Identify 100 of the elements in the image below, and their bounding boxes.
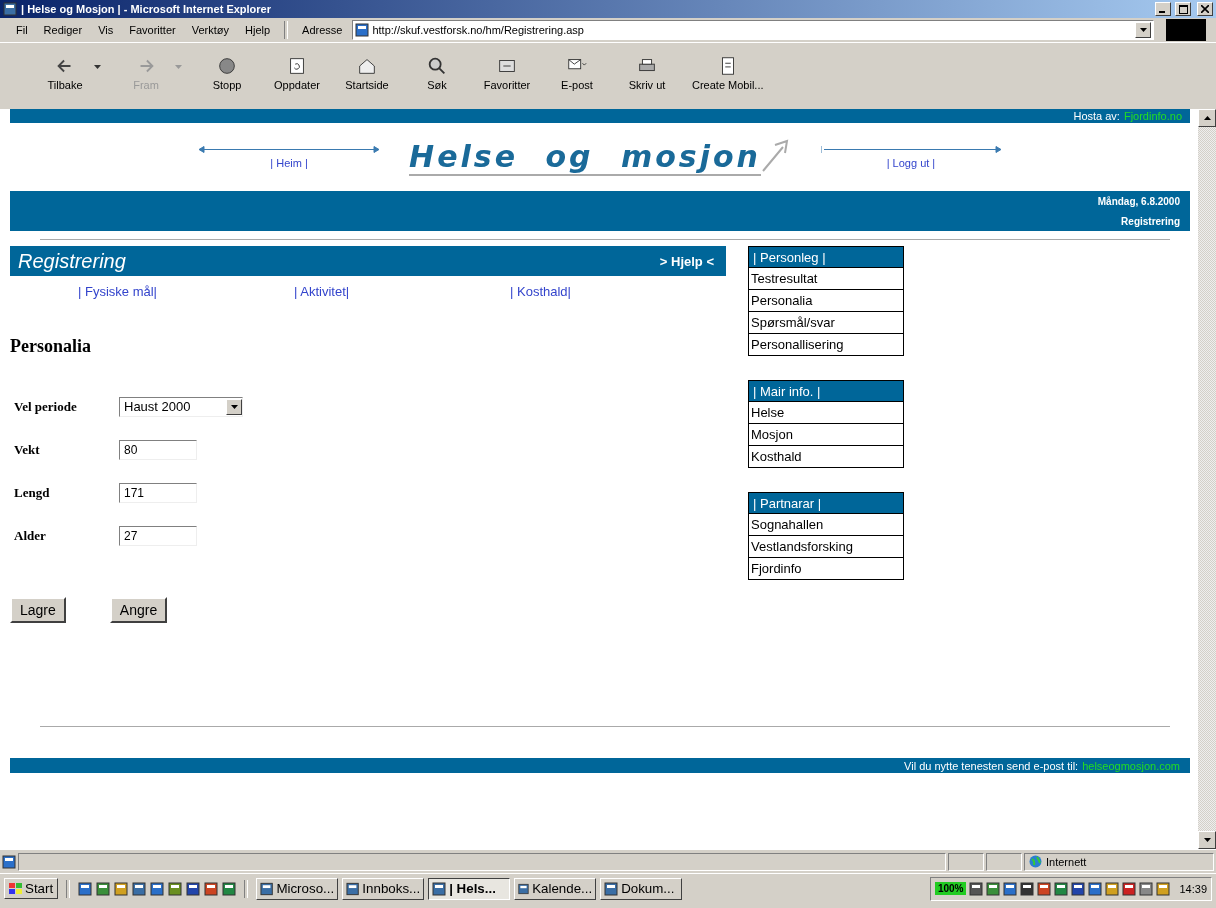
toolbar-button[interactable]: Favoritter (472, 53, 542, 93)
taskbar-button[interactable]: Microso... (256, 877, 339, 900)
toolbar-button[interactable]: Søk (402, 53, 472, 93)
menu-box-item[interactable]: Testresultat (749, 268, 903, 290)
logout-link[interactable]: | Logg ut | (886, 156, 936, 169)
menu-item[interactable]: Verktøy (185, 22, 235, 38)
panel-title: Registrering (18, 249, 126, 273)
app-icon (1156, 881, 1171, 896)
form-button[interactable]: Angre (109, 597, 168, 623)
minimize-button[interactable] (1155, 2, 1171, 16)
taskbar-button[interactable]: Dokum... (600, 877, 683, 900)
close-icon (1201, 5, 1209, 13)
menu-box-item[interactable]: Kosthald (749, 446, 903, 467)
tray-icon[interactable] (1020, 881, 1035, 896)
taskbar-button[interactable]: Kalende... (514, 877, 597, 900)
menu-item[interactable]: Hjelp (239, 22, 277, 38)
menu-box-title: | Mair info. | (749, 381, 903, 402)
battery-indicator: 100% (934, 882, 967, 895)
menu-box-item[interactable]: Spørsmål/svar (749, 312, 903, 334)
scroll-down-button[interactable] (1198, 831, 1216, 849)
quick-launch-icon[interactable] (168, 881, 183, 896)
app-icon (114, 881, 129, 896)
taskbar-button[interactable]: | Hels... (428, 877, 511, 900)
field-label: Lengd (13, 484, 51, 501)
app-icon (1122, 881, 1137, 896)
home-link[interactable]: | Heim | (270, 156, 308, 169)
app-icon (1037, 881, 1052, 896)
window-icon (604, 881, 619, 896)
tray-icon[interactable] (986, 881, 1001, 896)
tray-icon[interactable] (1037, 881, 1052, 896)
toolbar-button[interactable]: Oppdater (262, 53, 332, 93)
menu-item[interactable]: Favoritter (123, 22, 182, 38)
toolbar-button[interactable]: Startside (332, 53, 402, 93)
close-button[interactable] (1197, 2, 1213, 16)
menu-box-item[interactable]: Mosjon (749, 424, 903, 446)
app-icon (186, 881, 201, 896)
quick-launch-icon[interactable] (150, 881, 165, 896)
clock: 14:39 (1179, 882, 1207, 895)
toolbar-button[interactable]: E-post (542, 53, 612, 93)
help-link[interactable]: > Hjelp < (659, 253, 714, 269)
page-icon (355, 23, 370, 37)
site-logo: Helse og mosjon (409, 138, 761, 176)
tray-icon[interactable] (1139, 881, 1154, 896)
app-icon (168, 881, 183, 896)
input-field[interactable]: 171 (119, 482, 197, 503)
menu-box-item[interactable]: Vestlandsforsking (749, 536, 903, 558)
down-arrow-icon (1203, 838, 1211, 842)
quick-launch-icon[interactable] (222, 881, 237, 896)
taskbar-button[interactable]: Innboks... (342, 877, 425, 900)
toolbar-button[interactable]: Stopp (192, 53, 262, 93)
toolbar-button[interactable]: Tilbake (30, 53, 100, 93)
quick-launch-icon[interactable] (186, 881, 201, 896)
section-link[interactable]: | Kosthald| (510, 283, 726, 299)
scrollbar[interactable] (1198, 109, 1216, 849)
status-pane (948, 852, 984, 871)
window-icon (260, 881, 274, 896)
app-icon (222, 881, 237, 896)
field-label: Alder (13, 527, 47, 544)
menu-box-item[interactable]: Sognahallen (749, 514, 903, 536)
address-field[interactable]: http://skuf.vestforsk.no/hm/Registrering.asp (352, 20, 1154, 40)
menu-item[interactable]: Vis (92, 22, 120, 38)
date-text: Måndag, 6.8.2000 (1097, 195, 1180, 207)
app-icon (1088, 881, 1103, 896)
tray-icon[interactable] (1003, 881, 1018, 896)
form-button[interactable]: Lagre (10, 597, 66, 623)
menu-box-item[interactable]: Helse (749, 402, 903, 424)
maximize-button[interactable] (1175, 2, 1191, 16)
period-select[interactable]: Haust 2000 (119, 396, 243, 417)
menu-box-item[interactable]: Personallisering (749, 334, 903, 355)
menu-item[interactable]: Rediger (37, 22, 89, 38)
menu-box-item[interactable]: Fjordinfo (749, 558, 903, 579)
tray-icon[interactable] (1054, 881, 1069, 896)
quick-launch-icon[interactable] (96, 881, 111, 896)
start-button[interactable]: Start (4, 878, 59, 899)
input-field[interactable]: 80 (119, 439, 197, 460)
app-icon (96, 881, 111, 896)
app-icon (132, 881, 147, 896)
email-link[interactable]: helseogmosjon.com (1082, 759, 1180, 772)
toolbar-button[interactable]: Skriv ut (612, 53, 682, 93)
quick-launch-icon[interactable] (132, 881, 147, 896)
scroll-up-button[interactable] (1198, 109, 1216, 127)
quick-launch-icon[interactable] (114, 881, 129, 896)
quick-launch-icon[interactable] (204, 881, 219, 896)
input-field[interactable]: 27 (119, 525, 197, 546)
menu-item[interactable]: Fil (10, 22, 34, 38)
tray-icon[interactable] (969, 881, 984, 896)
section-link[interactable]: | Fysiske mål| (78, 283, 294, 299)
section-link[interactable]: | Aktivitet| (294, 283, 510, 299)
section-text: Registrering (1121, 215, 1180, 227)
toolbar-button[interactable]: Create Mobil... (682, 53, 774, 93)
tray-icon[interactable] (1088, 881, 1103, 896)
app-icon (1139, 881, 1154, 896)
app-icon (78, 881, 93, 896)
tray-icon[interactable] (1071, 881, 1086, 896)
quick-launch-icon[interactable] (78, 881, 93, 896)
window-icon (518, 881, 530, 896)
tray-icon[interactable] (1122, 881, 1137, 896)
menu-box-item[interactable]: Personalia (749, 290, 903, 312)
app-icon (969, 881, 984, 896)
app-icon (1054, 881, 1069, 896)
